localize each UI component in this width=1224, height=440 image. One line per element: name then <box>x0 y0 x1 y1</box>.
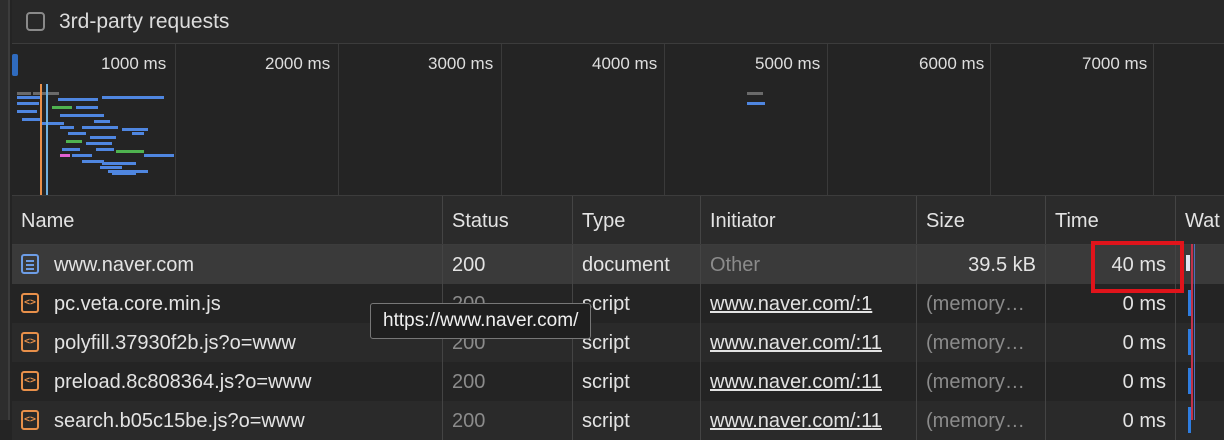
initiator-link[interactable]: www.naver.com/:11 <box>701 362 917 401</box>
table-header: Name Status Type Initiator Size Time Wat <box>12 196 1224 245</box>
overview-marker-line <box>46 84 48 195</box>
time-highlight-box <box>1091 241 1184 293</box>
overview-request-bar <box>747 92 763 95</box>
overview-request-bar <box>58 98 98 101</box>
status-cell: 200 <box>443 401 573 440</box>
overview-request-bar <box>76 106 98 109</box>
overview-request-bar <box>17 92 31 95</box>
waterfall-cell <box>1176 362 1224 401</box>
overview-request-bar <box>116 150 144 153</box>
overview-request-bar <box>42 122 64 125</box>
column-header-size[interactable]: Size <box>917 196 1046 244</box>
type-cell: script <box>573 362 701 401</box>
overview-request-bar <box>102 96 164 99</box>
script-icon <box>21 332 39 352</box>
initiator-link[interactable]: www.naver.com/:11 <box>701 323 917 362</box>
time-cell: 0 ms <box>1046 323 1176 362</box>
panel-left-edge <box>0 0 10 420</box>
table-row[interactable]: preload.8c808364.js?o=www 200 script www… <box>12 362 1224 401</box>
initiator-cell: Other <box>701 245 917 284</box>
third-party-label[interactable]: 3rd-party requests <box>59 10 229 34</box>
column-header-status[interactable]: Status <box>443 196 573 244</box>
column-header-initiator[interactable]: Initiator <box>701 196 917 244</box>
table-row[interactable]: www.naver.com 200 document Other 39.5 kB… <box>12 245 1224 284</box>
overview-request-bar <box>86 142 112 145</box>
waterfall-bar <box>1186 255 1190 271</box>
type-cell: document <box>573 245 701 284</box>
status-cell: 200 <box>443 245 573 284</box>
time-cell: 0 ms <box>1046 401 1176 440</box>
name-cell[interactable]: search.b05c15be.js?o=www <box>12 401 443 440</box>
initiator-link[interactable]: www.naver.com/:11 <box>701 401 917 440</box>
overview-request-bar <box>94 120 110 123</box>
overview-request-bar <box>747 102 765 105</box>
overview-marker-line <box>40 84 42 195</box>
network-request-table: Name Status Type Initiator Size Time Wat… <box>12 196 1224 440</box>
overview-request-bar <box>144 154 174 157</box>
type-cell: script <box>573 284 701 323</box>
waterfall-cell <box>1176 401 1224 440</box>
type-cell: script <box>573 323 701 362</box>
column-header-type[interactable]: Type <box>573 196 701 244</box>
table-row[interactable]: pc.veta.core.min.js 200 script www.naver… <box>12 284 1224 323</box>
size-cell: (memory… <box>917 284 1046 323</box>
type-cell: script <box>573 401 701 440</box>
request-name: www.naver.com <box>54 254 195 276</box>
overview-request-bar <box>60 154 70 157</box>
third-party-checkbox[interactable] <box>26 12 45 31</box>
waterfall-load-line <box>1191 244 1193 420</box>
request-name: search.b05c15be.js?o=www <box>54 410 305 432</box>
status-cell: 200 <box>443 362 573 401</box>
filter-bar: 3rd-party requests <box>12 0 1224 44</box>
script-icon <box>21 293 39 313</box>
overview-request-bar <box>102 162 136 165</box>
overview-request-bar <box>132 132 144 135</box>
initiator-link[interactable]: www.naver.com/:1 <box>701 284 917 323</box>
overview-request-bar <box>66 140 82 143</box>
table-row[interactable]: polyfill.37930f2b.js?o=www 200 script ww… <box>12 323 1224 362</box>
name-cell[interactable]: preload.8c808364.js?o=www <box>12 362 443 401</box>
overview-request-bar <box>17 96 41 99</box>
script-icon <box>21 410 39 430</box>
name-cell[interactable]: www.naver.com <box>12 245 443 284</box>
overview-request-bar <box>62 148 80 151</box>
overview-request-bar <box>122 128 148 131</box>
request-name: preload.8c808364.js?o=www <box>54 371 312 393</box>
request-name: polyfill.37930f2b.js?o=www <box>54 332 296 354</box>
column-header-time[interactable]: Time <box>1046 196 1176 244</box>
request-name: pc.veta.core.min.js <box>54 293 221 315</box>
overview-request-bar <box>82 160 104 163</box>
url-tooltip: https://www.naver.com/ <box>370 303 592 339</box>
script-icon <box>21 371 39 391</box>
overview-request-bar <box>68 132 86 135</box>
overview-request-bar <box>90 136 116 139</box>
overview-request-bar <box>52 106 72 109</box>
overview-request-bar <box>60 114 104 117</box>
waterfall-cell <box>1176 323 1224 362</box>
overview-request-bar <box>112 172 136 175</box>
size-cell: (memory… <box>917 401 1046 440</box>
overview-request-bar <box>82 126 118 129</box>
table-row[interactable]: search.b05c15be.js?o=www 200 script www.… <box>12 401 1224 440</box>
waterfall-domcontentloaded-line <box>1194 244 1195 420</box>
size-cell: (memory… <box>917 362 1046 401</box>
column-header-name[interactable]: Name <box>12 196 443 244</box>
overview-request-bars <box>17 84 765 195</box>
overview-request-bar <box>72 154 92 157</box>
size-cell: (memory… <box>917 323 1046 362</box>
overview-request-bar <box>17 102 39 105</box>
overview-request-bar <box>22 118 40 121</box>
column-header-waterfall[interactable]: Wat <box>1176 196 1224 244</box>
time-cell: 0 ms <box>1046 362 1176 401</box>
overview-request-bar <box>96 148 114 151</box>
overview-request-bar <box>60 126 74 129</box>
overview-request-bar <box>17 110 37 113</box>
size-cell: 39.5 kB <box>917 245 1046 284</box>
overview-request-bar <box>100 166 122 169</box>
network-overview[interactable]: 1000 ms 2000 ms 3000 ms 4000 ms 5000 ms … <box>12 44 1224 196</box>
document-icon <box>21 254 39 274</box>
